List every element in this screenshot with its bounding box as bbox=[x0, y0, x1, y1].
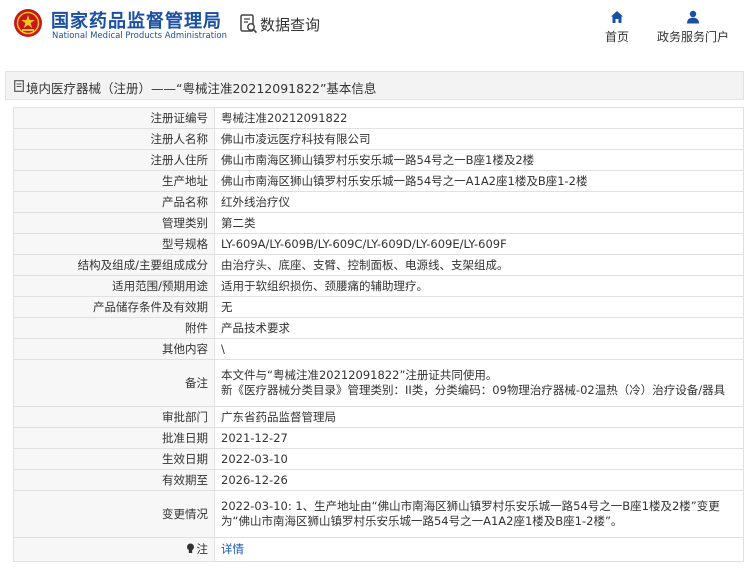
nav-home[interactable]: 首页 bbox=[600, 10, 634, 45]
field-label: 有效期至 bbox=[13, 469, 215, 491]
home-icon bbox=[611, 11, 623, 23]
field-label: 生产地址 bbox=[13, 170, 215, 192]
table-row: 产品名称 红外线治疗仪 bbox=[13, 191, 744, 213]
field-value: 2026-12-26 bbox=[214, 469, 744, 491]
table-row: 管理类别 第二类 bbox=[13, 212, 744, 234]
field-label: 生效日期 bbox=[13, 448, 215, 470]
field-value: 产品技术要求 bbox=[214, 317, 744, 339]
field-value: 详情 bbox=[214, 537, 744, 562]
table-row: 生效日期 2022-03-10 bbox=[13, 448, 744, 470]
field-label: 注册人名称 bbox=[13, 128, 215, 150]
field-value: 2022-03-10 bbox=[214, 448, 744, 470]
field-label: 注册人住所 bbox=[13, 149, 215, 171]
field-label: 适用范围/预期用途 bbox=[13, 275, 215, 297]
field-value: 无 bbox=[214, 296, 744, 318]
field-label: 批准日期 bbox=[13, 427, 215, 449]
device-info-table: 注册证编号 粤械注准20212091822 注册人名称 佛山市凌远医疗科技有限公… bbox=[13, 107, 744, 562]
table-row: 附件 产品技术要求 bbox=[13, 317, 744, 339]
details-link[interactable]: 详情 bbox=[221, 542, 244, 556]
field-value: 由治疗头、底座、支臂、控制面板、电源线、支架组成。 bbox=[214, 254, 744, 276]
field-value: 本文件与“粤械注准20212091822”注册证共同使用。 新《医疗器械分类目录… bbox=[214, 359, 744, 407]
table-row: 注册人名称 佛山市凌远医疗科技有限公司 bbox=[13, 128, 744, 150]
table-row: 审批部门 广东省药品监督管理局 bbox=[13, 406, 744, 428]
field-value: 第二类 bbox=[214, 212, 744, 234]
field-label: 型号规格 bbox=[13, 233, 215, 255]
field-label: 备注 bbox=[13, 359, 215, 407]
field-value: LY-609A/LY-609B/LY-609C/LY-609D/LY-609E/… bbox=[214, 233, 744, 255]
field-label: 其他内容 bbox=[13, 338, 215, 360]
table-row: 备注 本文件与“粤械注准20212091822”注册证共同使用。 新《医疗器械分… bbox=[13, 359, 744, 407]
national-emblem-icon bbox=[14, 9, 42, 37]
section-title-bar: 境内医疗器械（注册）——“粤械注准20212091822”基本信息 bbox=[5, 71, 744, 100]
data-search-icon bbox=[240, 14, 258, 34]
table-row: 其他内容 \ bbox=[13, 338, 744, 360]
table-row: 产品储存条件及有效期 无 bbox=[13, 296, 744, 318]
field-label: 审批部门 bbox=[13, 406, 215, 428]
top-header: 国家药品监督管理局 National Medical Products Admi… bbox=[0, 0, 750, 60]
document-icon bbox=[14, 80, 24, 92]
nav-home-label: 首页 bbox=[604, 30, 629, 44]
table-row: 变更情况 2022-03-10: 1、生产地址由“佛山市南海区狮山镇罗村乐安乐城… bbox=[13, 490, 744, 538]
field-value: 佛山市南海区狮山镇罗村乐安乐城一路54号之一A1A2座1楼及B座1-2楼 bbox=[214, 170, 744, 192]
remark-line: 本文件与“粤械注准20212091822”注册证共同使用。 bbox=[221, 368, 498, 382]
app-title: 数据查询 bbox=[260, 16, 321, 34]
lightbulb-icon bbox=[186, 543, 194, 553]
field-value: 佛山市南海区狮山镇罗村乐安乐城一路54号之一B座1楼及2楼 bbox=[214, 149, 744, 171]
nav-services-portal[interactable]: 政务服务门户 bbox=[650, 10, 736, 45]
field-value: 2021-12-27 bbox=[214, 427, 744, 449]
table-row: 生产地址 佛山市南海区狮山镇罗村乐安乐城一路54号之一A1A2座1楼及B座1-2… bbox=[13, 170, 744, 192]
section-title: 境内医疗器械（注册）——“粤械注准20212091822”基本信息 bbox=[26, 81, 377, 96]
field-value: 粤械注准20212091822 bbox=[214, 107, 744, 129]
remark-line: 新《医疗器械分类目录》管理类别：II类，分类编码：09物理治疗器械-02温热（冷… bbox=[221, 383, 726, 397]
field-label: 产品名称 bbox=[13, 191, 215, 213]
nav-services-label: 政务服务门户 bbox=[656, 30, 729, 44]
user-icon bbox=[687, 10, 699, 24]
field-value: 佛山市凌远医疗科技有限公司 bbox=[214, 128, 744, 150]
table-row: 有效期至 2026-12-26 bbox=[13, 469, 744, 491]
field-value: 广东省药品监督管理局 bbox=[214, 406, 744, 428]
field-value: 适用于软组织损伤、颈腰痛的辅助理疗。 bbox=[214, 275, 744, 297]
field-label: 变更情况 bbox=[13, 490, 215, 538]
field-label: 附件 bbox=[13, 317, 215, 339]
table-row: 注册证编号 粤械注准20212091822 bbox=[13, 107, 744, 129]
field-label: 管理类别 bbox=[13, 212, 215, 234]
field-value: 红外线治疗仪 bbox=[214, 191, 744, 213]
field-value: \ bbox=[214, 338, 744, 360]
note-label-cell: 注 bbox=[13, 537, 215, 562]
table-row: 型号规格 LY-609A/LY-609B/LY-609C/LY-609D/LY-… bbox=[13, 233, 744, 255]
field-value: 2022-03-10: 1、生产地址由“佛山市南海区狮山镇罗村乐安乐城一路54号… bbox=[214, 490, 744, 538]
table-row: 注册人住所 佛山市南海区狮山镇罗村乐安乐城一路54号之一B座1楼及2楼 bbox=[13, 149, 744, 171]
field-label: 结构及组成/主要组成成分 bbox=[13, 254, 215, 276]
brand-name[interactable]: 国家药品监督管理局 bbox=[51, 7, 222, 33]
table-row: 注 详情 bbox=[13, 537, 744, 562]
table-row: 批准日期 2021-12-27 bbox=[13, 427, 744, 449]
field-label: 注 bbox=[196, 542, 209, 556]
table-row: 适用范围/预期用途 适用于软组织损伤、颈腰痛的辅助理疗。 bbox=[13, 275, 744, 297]
table-row: 结构及组成/主要组成成分 由治疗头、底座、支臂、控制面板、电源线、支架组成。 bbox=[13, 254, 744, 276]
field-label: 产品储存条件及有效期 bbox=[13, 296, 215, 318]
field-label: 注册证编号 bbox=[13, 107, 215, 129]
brand-name-english: National Medical Products Administration bbox=[52, 31, 227, 41]
